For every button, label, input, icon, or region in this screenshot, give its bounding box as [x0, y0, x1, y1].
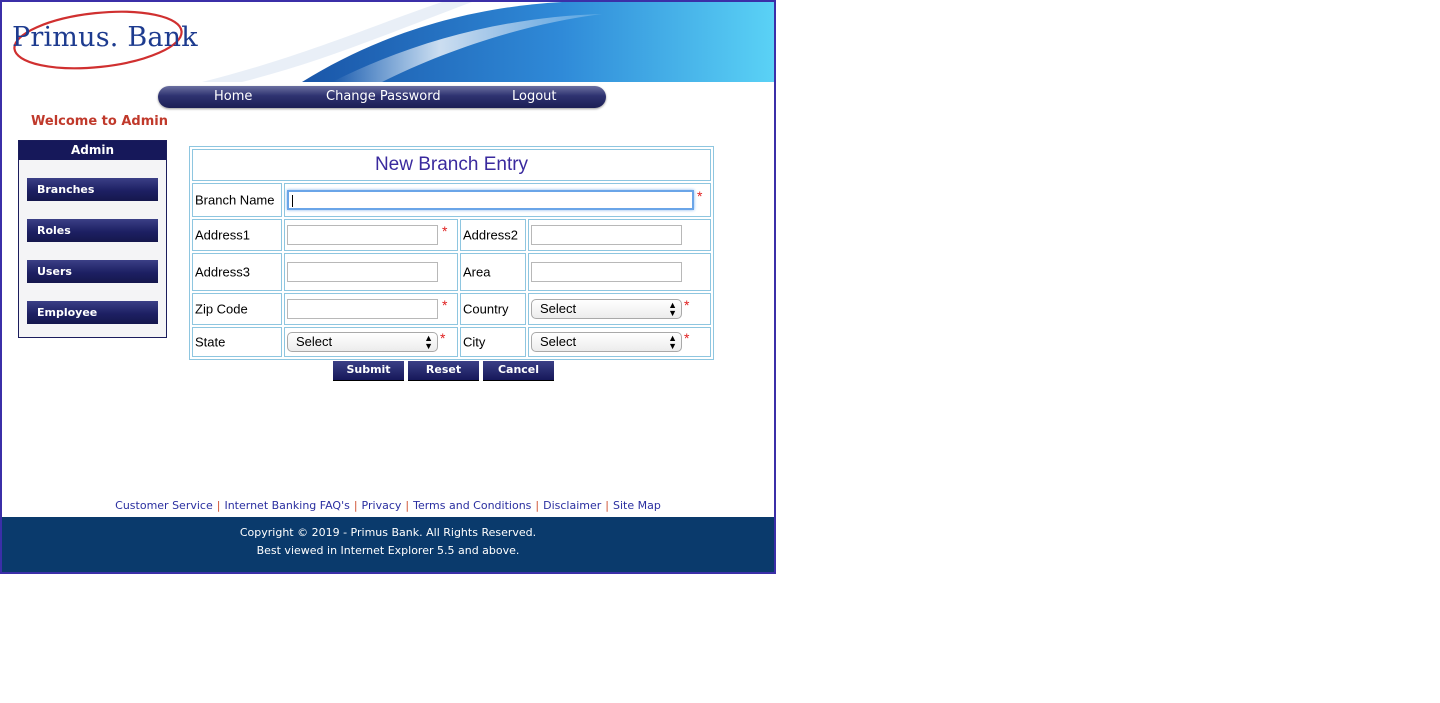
address3-label: Address3	[195, 264, 250, 280]
form-title-cell: New Branch Entry	[192, 149, 711, 181]
footer-link-disclaimer[interactable]: Disclaimer	[543, 499, 601, 512]
sidebar-item-roles[interactable]: Roles	[27, 219, 158, 242]
select-arrows-icon: ▲ ▼	[424, 333, 433, 351]
country-label: Country	[463, 301, 509, 317]
reset-button[interactable]: Reset	[408, 361, 479, 381]
footer-link-separator: |	[535, 499, 540, 512]
required-marker: *	[442, 297, 448, 313]
country-label-cell: Country	[460, 293, 526, 325]
branch-name-input[interactable]	[287, 190, 694, 210]
address3-input-cell	[284, 253, 458, 291]
address3-label-cell: Address3	[192, 253, 282, 291]
address3-input[interactable]	[287, 262, 438, 282]
sidebar-item-users[interactable]: Users	[27, 260, 158, 283]
page-frame: Primus. Bank Home Change Password Logout…	[0, 0, 776, 574]
area-input[interactable]	[531, 262, 682, 282]
main-nav-bar: Home Change Password Logout	[158, 86, 606, 108]
state-select[interactable]: Select ▲ ▼	[287, 332, 438, 352]
address1-input-cell: *	[284, 219, 458, 251]
footer-link-terms[interactable]: Terms and Conditions	[413, 499, 531, 512]
city-select[interactable]: Select ▲ ▼	[531, 332, 682, 352]
header-banner: Primus. Bank	[2, 2, 774, 82]
required-marker: *	[684, 297, 690, 313]
country-select[interactable]: Select ▲ ▼	[531, 299, 682, 319]
city-selected-value: Select	[540, 334, 577, 349]
zip-code-input-cell: *	[284, 293, 458, 325]
city-select-cell: Select ▲ ▼ *	[528, 327, 711, 357]
address1-label: Address1	[195, 227, 250, 243]
address1-input[interactable]	[287, 225, 438, 245]
required-marker: *	[697, 188, 703, 204]
state-selected-value: Select	[296, 334, 333, 349]
address2-input-cell	[528, 219, 711, 251]
text-caret	[292, 195, 293, 207]
city-label-cell: City	[460, 327, 526, 357]
footer-copyright: Copyright © 2019 - Primus Bank. All Righ…	[239, 526, 537, 539]
sidebar-item-employee[interactable]: Employee	[27, 301, 158, 324]
select-arrows-icon: ▲ ▼	[668, 333, 677, 351]
footer-link-separator: |	[353, 499, 358, 512]
footer-browser-note: Best viewed in Internet Explorer 5.5 and…	[256, 544, 520, 557]
zip-code-input[interactable]	[287, 299, 438, 319]
state-label-cell: State	[192, 327, 282, 357]
footer-link-separator: |	[405, 499, 410, 512]
footer-link-customer-service[interactable]: Customer Service	[115, 499, 213, 512]
admin-sidebar: Admin Branches Roles Users Employee	[18, 140, 167, 338]
footer-link-faq[interactable]: Internet Banking FAQ's	[224, 499, 349, 512]
country-selected-value: Select	[540, 301, 577, 316]
country-select-cell: Select ▲ ▼ *	[528, 293, 711, 325]
zip-code-label: Zip Code	[195, 301, 248, 317]
address1-label-cell: Address1	[192, 219, 282, 251]
city-label: City	[463, 334, 486, 350]
area-input-cell	[528, 253, 711, 291]
nav-home-link[interactable]: Home	[214, 89, 252, 104]
submit-button[interactable]: Submit	[333, 361, 404, 381]
address2-label: Address2	[463, 227, 518, 243]
address2-input[interactable]	[531, 225, 682, 245]
required-marker: *	[442, 223, 448, 239]
sidebar-item-branches[interactable]: Branches	[27, 178, 158, 201]
footer-links: Customer Service | Internet Banking FAQ's |…	[2, 499, 774, 512]
footer-link-privacy[interactable]: Privacy	[362, 499, 402, 512]
welcome-message: Welcome to Admin	[31, 114, 168, 129]
area-label-cell: Area	[460, 253, 526, 291]
admin-sidebar-title: Admin	[19, 141, 166, 160]
select-arrows-icon: ▲ ▼	[668, 300, 677, 318]
cancel-button[interactable]: Cancel	[483, 361, 554, 381]
required-marker: *	[440, 330, 446, 346]
branch-name-label: Branch Name	[195, 192, 275, 208]
state-select-cell: Select ▲ ▼ *	[284, 327, 458, 357]
footer-link-separator: |	[216, 499, 221, 512]
new-branch-form: New Branch Entry Branch Name * Address1 …	[189, 146, 714, 360]
state-label: State	[195, 334, 226, 350]
page-footer: Copyright © 2019 - Primus Bank. All Righ…	[2, 517, 774, 572]
footer-link-separator: |	[605, 499, 610, 512]
nav-change-password-link[interactable]: Change Password	[326, 89, 441, 104]
form-title: New Branch Entry	[374, 154, 529, 175]
nav-logout-link[interactable]: Logout	[512, 89, 557, 104]
address2-label-cell: Address2	[460, 219, 526, 251]
bank-logo-text: Primus. Bank	[12, 22, 198, 53]
branch-name-label-cell: Branch Name	[192, 183, 282, 217]
zip-code-label-cell: Zip Code	[192, 293, 282, 325]
footer-link-site-map[interactable]: Site Map	[613, 499, 661, 512]
area-label: Area	[463, 264, 491, 280]
branch-name-input-cell: *	[284, 183, 711, 217]
required-marker: *	[684, 330, 690, 346]
